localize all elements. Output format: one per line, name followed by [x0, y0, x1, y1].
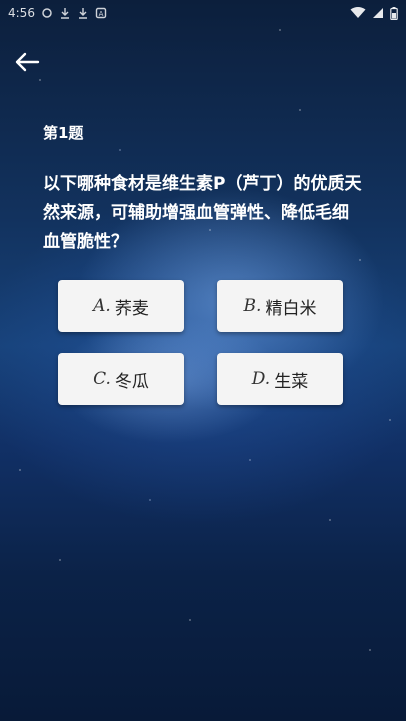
- option-d-button[interactable]: D. 生菜: [217, 353, 343, 405]
- signal-icon: [373, 8, 383, 18]
- option-a-button[interactable]: A. 荞麦: [58, 280, 184, 332]
- app-icon: A: [95, 7, 107, 19]
- option-letter: B.: [243, 296, 262, 316]
- arrow-left-icon: [15, 52, 40, 72]
- option-c-button[interactable]: C. 冬瓜: [58, 353, 184, 405]
- option-b-button[interactable]: B. 精白米: [217, 280, 343, 332]
- option-label: 冬瓜: [114, 371, 149, 392]
- notification-icon: [42, 8, 52, 18]
- option-label: 精白米: [265, 298, 317, 319]
- option-label: 生菜: [274, 371, 309, 392]
- question-text: 以下哪种食材是维生素P（芦丁）的优质天然来源，可辅助增强血管弹性、降低毛细血管脆…: [43, 174, 362, 252]
- svg-text:A: A: [99, 10, 104, 18]
- option-letter: A.: [93, 296, 111, 316]
- wifi-icon: [350, 7, 366, 18]
- question-number: 第1题: [43, 124, 84, 142]
- option-letter: D.: [251, 369, 271, 389]
- download-icon: [78, 8, 87, 19]
- option-letter: C.: [93, 369, 111, 389]
- battery-icon: [390, 6, 398, 20]
- option-label: 荞麦: [114, 298, 149, 319]
- download-icon: [60, 8, 69, 19]
- status-bar: 4:56 A: [0, 0, 406, 26]
- back-button[interactable]: [12, 48, 42, 76]
- status-right: [350, 6, 398, 20]
- status-time: 4:56: [8, 6, 35, 20]
- status-left: 4:56 A: [8, 6, 107, 20]
